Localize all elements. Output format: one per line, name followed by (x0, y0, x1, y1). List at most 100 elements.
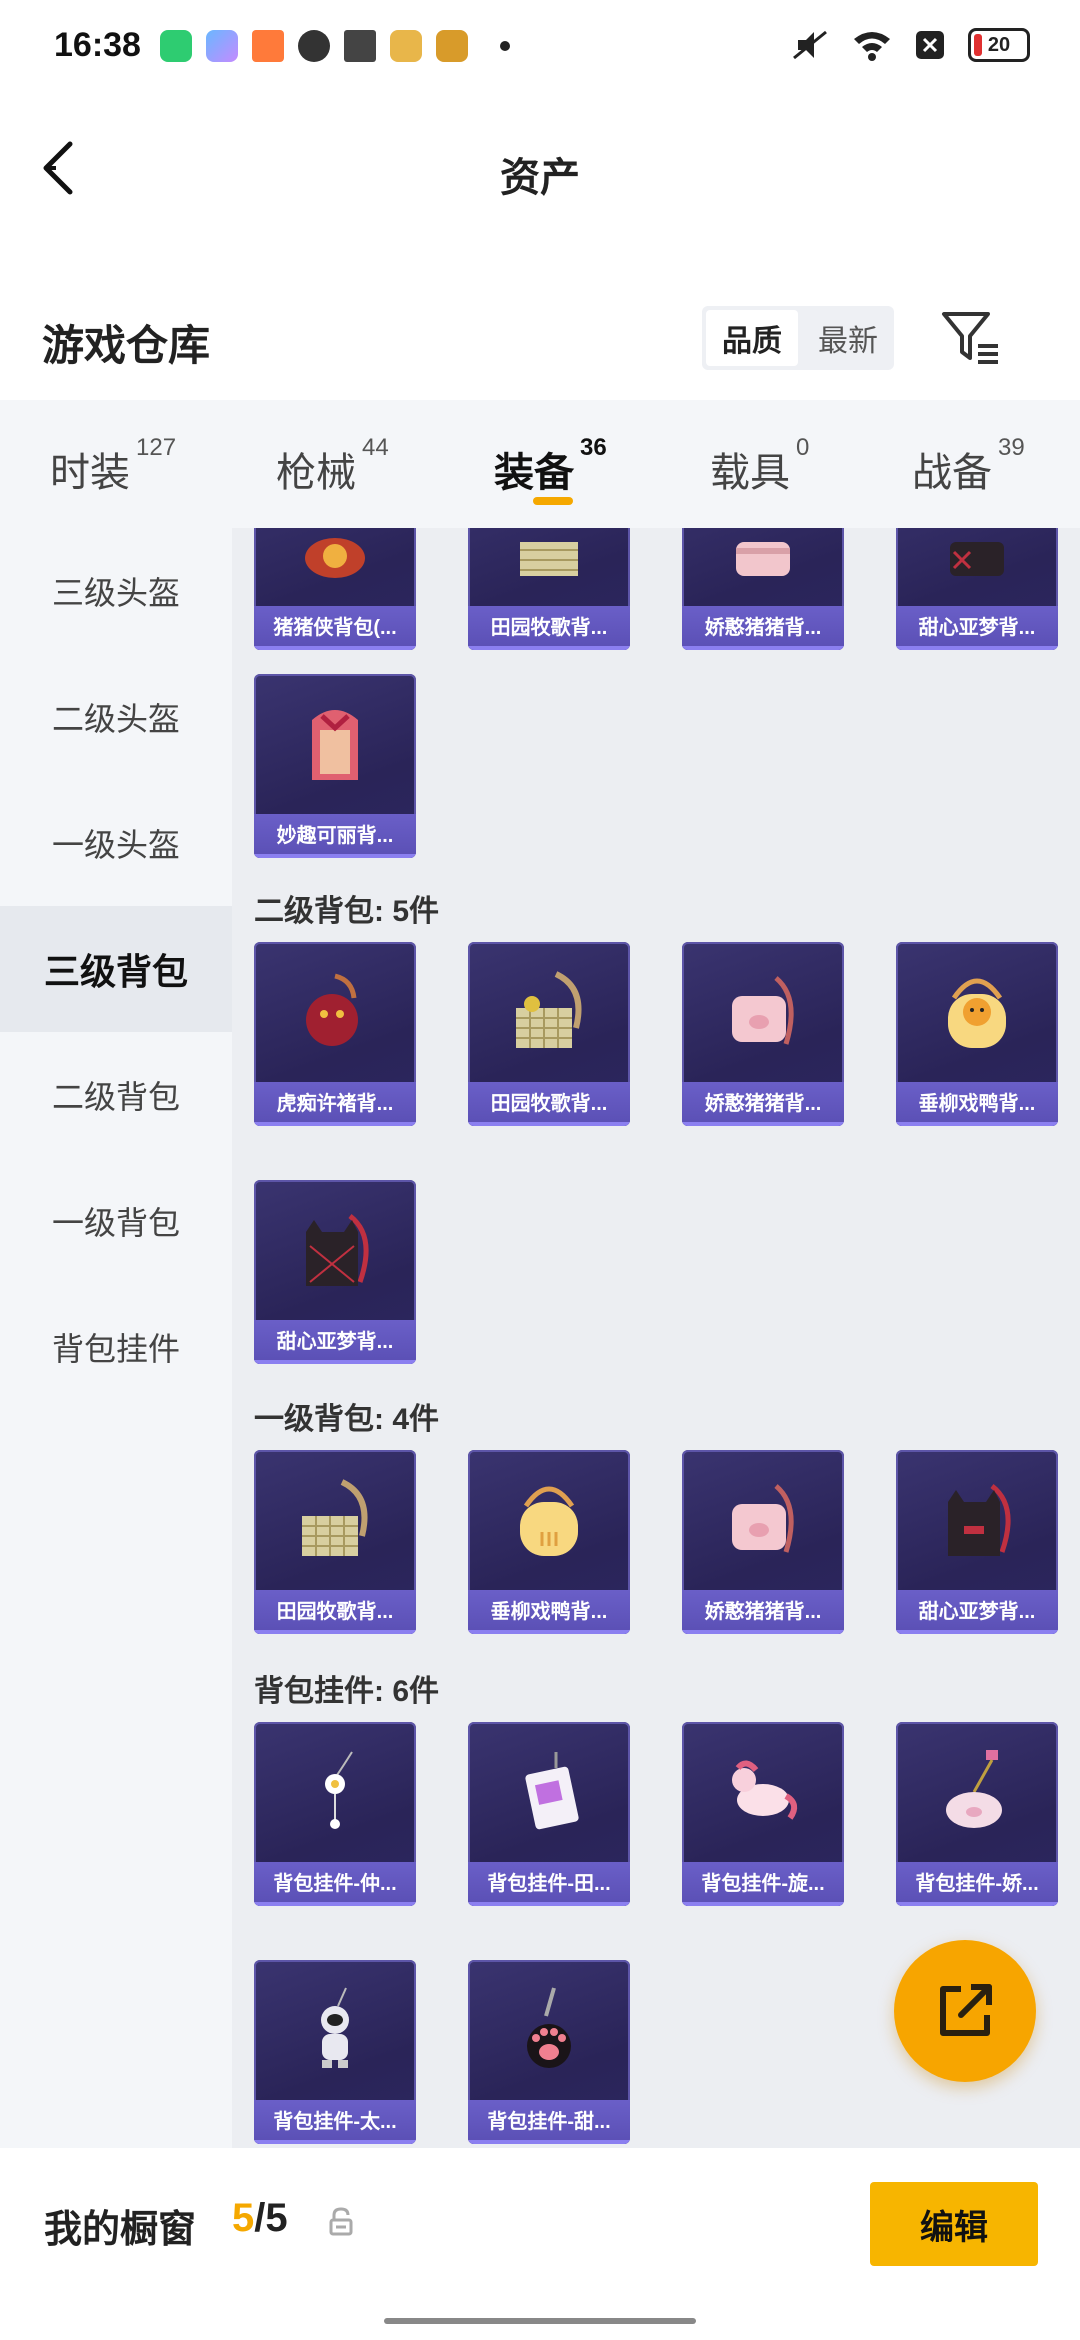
item-card[interactable]: 垂柳戏鸭背... (896, 942, 1058, 1126)
page-title: 资产 (500, 156, 580, 200)
more-notifications-dot (500, 41, 510, 51)
sidebar-item-pendants[interactable]: 背包挂件 (0, 1284, 232, 1410)
category-tabs: 时装127 枪械44 装备36 载具0 战备39 (0, 400, 1080, 528)
item-card[interactable]: 娇憨猪猪背... (682, 528, 844, 650)
sidebar-item-backpack-3[interactable]: 三级背包 (0, 906, 232, 1032)
group-title-backpack-1: 一级背包: 4件 (254, 1403, 440, 1436)
showcase-bar: 我的橱窗 5/5 编辑 (0, 2148, 1080, 2340)
item-card[interactable]: 田园牧歌背... (254, 1450, 416, 1634)
item-card[interactable]: 甜心亚梦背... (254, 1180, 416, 1364)
sidebar-item-backpack-1[interactable]: 一级背包 (0, 1158, 232, 1284)
item-label: 田园牧歌背... (468, 1082, 630, 1126)
ribbon-backpack-icon (312, 710, 358, 780)
item-label: 娇憨猪猪背... (682, 606, 844, 650)
tab-count: 127 (136, 434, 177, 461)
app-notification-icon (436, 30, 468, 62)
item-card[interactable]: 背包挂件-旋... (682, 1722, 844, 1906)
home-indicator[interactable] (384, 2318, 696, 2324)
sort-newest-button[interactable]: 最新 (802, 306, 894, 370)
item-label: 娇憨猪猪背... (682, 1082, 844, 1126)
tab-fashion[interactable]: 时装127 (50, 434, 176, 498)
battery-icon: 20 (968, 28, 1030, 62)
tab-equipment[interactable]: 装备36 (494, 434, 607, 498)
tab-label: 载具 (710, 451, 790, 495)
basket-backpack-icon (520, 542, 578, 576)
showcase-count: 5/5 (232, 2196, 288, 2241)
sidebar-item-helmet-2[interactable]: 二级头盔 (0, 654, 232, 780)
item-label: 背包挂件-甜... (468, 2100, 630, 2144)
astronaut-pendant-icon (321, 1987, 349, 2068)
item-card[interactable]: 猪猪侠背包(... (254, 528, 416, 650)
item-card[interactable]: 背包挂件-太... (254, 1960, 416, 2144)
item-card[interactable]: 背包挂件-甜... (468, 1960, 630, 2144)
cat-backpack-icon (948, 1484, 1011, 1556)
group-title-pendants: 背包挂件: 6件 (254, 1675, 440, 1708)
item-card[interactable]: 虎痴许褚背... (254, 942, 416, 1126)
wechat-icon (298, 30, 330, 62)
filter-icon[interactable] (940, 306, 1004, 370)
pig-pendant-icon (946, 1750, 1002, 1828)
tab-count: 36 (580, 434, 607, 461)
item-label: 田园牧歌背... (254, 1590, 416, 1634)
item-label: 妙趣可丽背... (254, 814, 416, 858)
app-notification-icon (390, 30, 422, 62)
photo-card-pendant-icon (525, 1752, 579, 1830)
share-fab-button[interactable] (894, 1940, 1036, 2082)
tab-count: 39 (998, 434, 1025, 461)
backpack-icon (305, 538, 365, 578)
duck-backpack-icon (948, 978, 1006, 1048)
tab-firearms[interactable]: 枪械44 (276, 434, 389, 498)
item-label: 田园牧歌背... (468, 606, 630, 650)
flower-pendant-icon (325, 1751, 353, 1829)
warehouse-title: 游戏仓库 (42, 322, 211, 369)
tab-count: 44 (362, 434, 389, 461)
paw-pendant-icon (527, 1987, 571, 2068)
sort-quality-button[interactable]: 品质 (706, 310, 798, 366)
edit-button[interactable]: 编辑 (870, 2182, 1038, 2266)
item-label: 背包挂件-仲... (254, 1862, 416, 1906)
app-notification-icon (206, 30, 238, 62)
item-card[interactable]: 背包挂件-娇... (896, 1722, 1058, 1906)
item-label: 垂柳戏鸭背... (896, 1082, 1058, 1126)
cat-backpack-icon (950, 542, 1004, 576)
item-card[interactable]: 背包挂件-田... (468, 1722, 630, 1906)
equipment-sidebar: 三级头盔 二级头盔 一级头盔 三级背包 二级背包 一级背包 背包挂件 (0, 528, 232, 2148)
notification-icons (160, 30, 510, 62)
alipay-icon (344, 30, 376, 62)
status-time: 16:38 (54, 26, 141, 64)
sim-icon (916, 31, 944, 59)
item-card[interactable]: 背包挂件-仲... (254, 1722, 416, 1906)
tab-label: 枪械 (276, 451, 356, 495)
item-card[interactable]: 垂柳戏鸭背... (468, 1450, 630, 1634)
tab-label: 时装 (50, 451, 130, 495)
tab-combat-supplies[interactable]: 战备39 (912, 434, 1025, 498)
tab-vehicles[interactable]: 载具0 (710, 434, 809, 498)
item-card[interactable]: 甜心亚梦背... (896, 1450, 1058, 1634)
app-notification-icon (160, 30, 192, 62)
item-card[interactable]: 妙趣可丽背... (254, 674, 416, 858)
item-label: 背包挂件-田... (468, 1862, 630, 1906)
unlock-icon (329, 2207, 353, 2236)
showcase-total: /5 (254, 2196, 288, 2240)
item-label: 甜心亚梦背... (896, 606, 1058, 650)
item-card[interactable]: 田园牧歌背... (468, 528, 630, 650)
item-card[interactable]: 娇憨猪猪背... (682, 1450, 844, 1634)
tab-count: 0 (796, 434, 810, 461)
sidebar-item-helmet-1[interactable]: 一级头盔 (0, 780, 232, 906)
item-card[interactable]: 甜心亚梦背... (896, 528, 1058, 650)
tiger-backpack-icon (306, 973, 358, 1046)
item-label: 甜心亚梦背... (254, 1320, 416, 1364)
item-grid: 猪猪侠背包(... 田园牧歌背... 娇憨猪猪背... 甜心亚梦背... 妙趣可… (232, 528, 1080, 2148)
sidebar-item-helmet-3[interactable]: 三级头盔 (0, 528, 232, 654)
item-card[interactable]: 田园牧歌背... (468, 942, 630, 1126)
item-label: 娇憨猪猪背... (682, 1590, 844, 1634)
sidebar-item-backpack-2[interactable]: 二级背包 (0, 1032, 232, 1158)
item-label: 垂柳戏鸭背... (468, 1590, 630, 1634)
mute-icon (793, 30, 827, 60)
app-notification-icon (252, 30, 284, 62)
item-label: 甜心亚梦背... (896, 1590, 1058, 1634)
pig-backpack-icon (736, 542, 790, 576)
group-title-backpack-2: 二级背包: 5件 (254, 895, 440, 928)
item-card[interactable]: 娇憨猪猪背... (682, 942, 844, 1126)
carousel-horse-pendant-icon (732, 1760, 798, 1820)
